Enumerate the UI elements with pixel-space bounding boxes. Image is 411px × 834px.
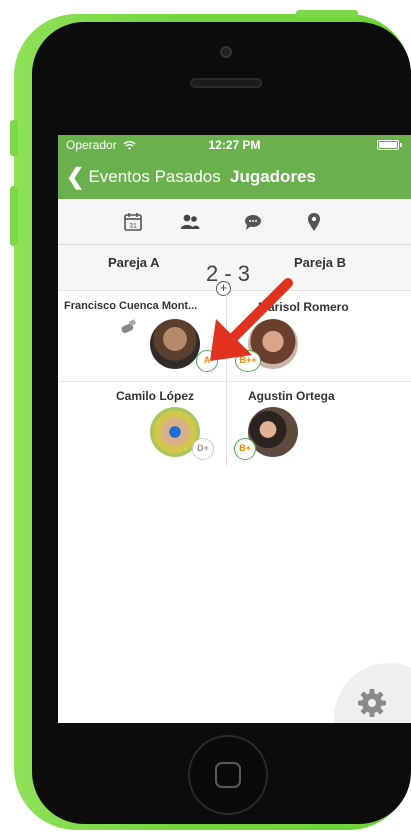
chat-icon [245, 215, 261, 230]
avatar[interactable] [150, 319, 200, 369]
row-divider [58, 381, 411, 382]
calendar-day: 31 [129, 223, 137, 230]
gear-icon [358, 689, 386, 717]
back-button[interactable]: ❮ Eventos Pasados [66, 165, 221, 189]
calendar-icon: 31 [124, 213, 142, 231]
level-badge: D+ [192, 438, 214, 460]
app-screen: Operador 12:27 PM ❮ Eventos Pasados Juga… [58, 135, 411, 723]
level-badge: B+ [234, 438, 256, 460]
power-button [296, 10, 358, 18]
player-name-1: Francisco Cuenca Mont... [64, 300, 198, 312]
whistle-icon [121, 319, 136, 334]
player-name-3: Camilo López [116, 389, 195, 403]
home-square-icon [215, 762, 241, 788]
status-bar: Operador 12:27 PM [58, 135, 411, 155]
navigation-bar: ❮ Eventos Pasados Jugadores [58, 155, 411, 199]
volume-buttons [10, 186, 18, 246]
earpiece-speaker [190, 78, 262, 88]
back-label: Eventos Pasados [88, 167, 221, 186]
tab-calendar[interactable]: 31 [122, 211, 144, 233]
home-button[interactable] [188, 735, 268, 815]
players-icon [181, 214, 200, 229]
pair-b-label: Pareja B [294, 255, 347, 270]
location-pin-icon [308, 213, 320, 231]
red-arrow-annotation [210, 278, 293, 361]
settings-button[interactable] [334, 663, 411, 723]
page-title: Jugadores [230, 167, 316, 186]
tab-location[interactable] [303, 211, 325, 233]
tab-chat[interactable] [242, 211, 264, 233]
battery-icon [377, 140, 402, 150]
front-camera [220, 46, 232, 58]
tab-players[interactable] [179, 211, 201, 233]
player-name-4: Agustin Ortega [248, 389, 335, 403]
mute-switch [10, 120, 18, 156]
pair-a-label: Pareja A [108, 255, 160, 270]
chevron-left-icon: ❮ [66, 164, 85, 189]
tab-bar: 31 [58, 199, 411, 245]
status-time: 12:27 PM [208, 138, 261, 152]
